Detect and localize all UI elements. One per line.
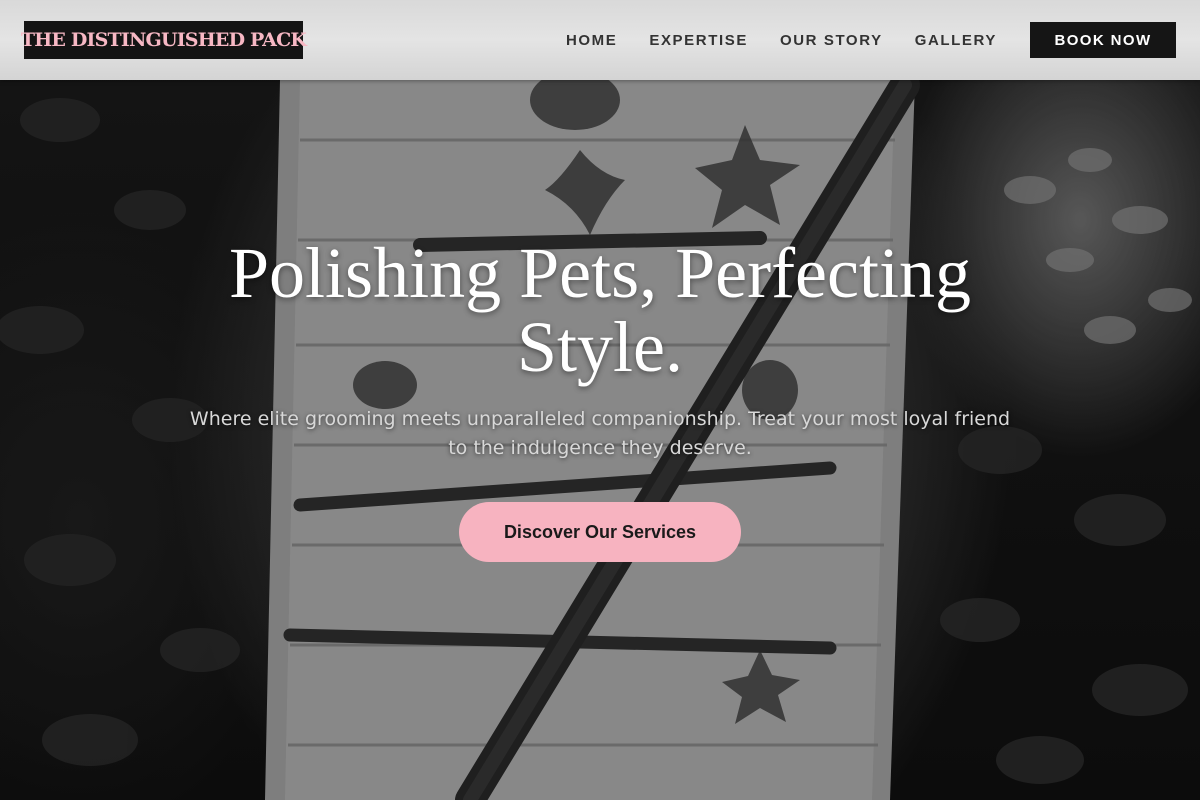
- book-now-button[interactable]: BOOK NOW: [1030, 22, 1176, 58]
- site-header: THE DISTINGUISHED PACK HOME EXPERTISE OU…: [0, 0, 1200, 80]
- main-navigation: HOME EXPERTISE OUR STORY GALLERY BOOK NO…: [566, 0, 1176, 80]
- nav-link-home[interactable]: HOME: [566, 32, 617, 49]
- hero-subheadline: Where elite grooming meets unparalleled …: [189, 408, 1011, 459]
- discover-services-button[interactable]: Discover Our Services: [459, 502, 741, 562]
- nav-link-expertise[interactable]: EXPERTISE: [649, 32, 748, 49]
- nav-link-gallery[interactable]: GALLERY: [915, 32, 997, 49]
- hero-section: Polishing Pets, Perfecting Style. Where …: [0, 0, 1200, 800]
- brand-logo[interactable]: THE DISTINGUISHED PACK: [21, 21, 307, 59]
- hero-headline: Polishing Pets, Perfecting Style.: [229, 233, 971, 387]
- nav-link-our-story[interactable]: OUR STORY: [780, 32, 883, 49]
